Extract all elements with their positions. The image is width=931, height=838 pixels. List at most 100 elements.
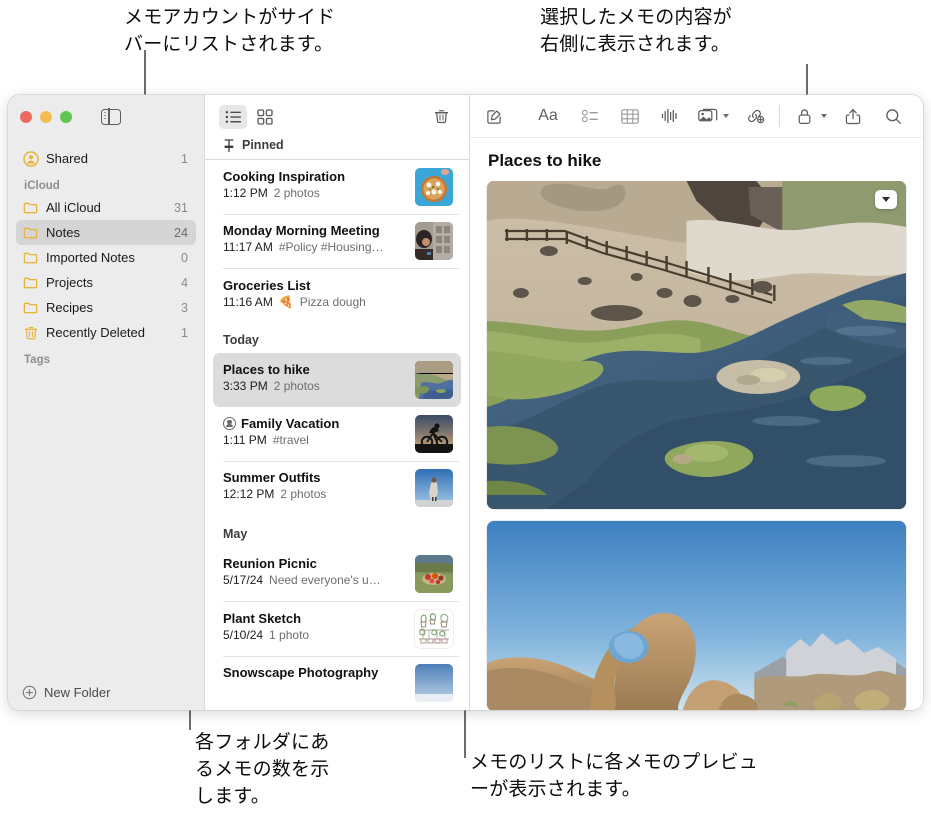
note-title-text: Groceries List bbox=[223, 277, 311, 293]
note-item-preview: 2 photos bbox=[273, 378, 320, 393]
note-list-item[interactable]: Cooking Inspiration 1:12 PM 2 photos bbox=[213, 160, 461, 214]
note-thumbnail bbox=[415, 664, 453, 702]
note-list-item[interactable]: Plant Sketch 5/10/24 1 photo bbox=[213, 602, 461, 656]
sidebar-item-shared[interactable]: Shared 1 bbox=[16, 146, 196, 171]
note-item-meta: 1:11 PM #travel bbox=[223, 433, 407, 447]
note-item-title: Monday Morning Meeting bbox=[223, 223, 407, 238]
note-item-title: Cooking Inspiration bbox=[223, 169, 407, 184]
note-item-meta: 11:16 AM 🍕 Pizza dough bbox=[223, 295, 453, 309]
new-folder-button[interactable]: New Folder bbox=[8, 674, 204, 710]
checklist-button[interactable] bbox=[576, 104, 604, 128]
zoom-button[interactable] bbox=[60, 110, 72, 123]
sidebar: Shared 1 iCloud All iCloud 31 Notes 24 I… bbox=[8, 95, 205, 710]
note-list-item[interactable]: Snowscape Photography bbox=[213, 656, 461, 710]
sidebar-item-recently-deleted[interactable]: Recently Deleted 1 bbox=[16, 320, 196, 345]
note-list-item-selected[interactable]: Places to hike 3:33 PM 2 photos bbox=[213, 352, 461, 407]
note-item-preview: #travel bbox=[272, 432, 309, 447]
sidebar-item-all-icloud[interactable]: All iCloud 31 bbox=[16, 195, 196, 220]
sidebar-list: Shared 1 iCloud All iCloud 31 Notes 24 I… bbox=[8, 138, 204, 369]
note-list-item[interactable]: Reunion Picnic 5/17/24 Need everyone's u… bbox=[213, 547, 461, 601]
note-item-meta: 12:12 PM 2 photos bbox=[223, 487, 407, 501]
notes-window: Shared 1 iCloud All iCloud 31 Notes 24 I… bbox=[8, 95, 923, 710]
share-button[interactable] bbox=[839, 104, 867, 128]
callout-selected-note: 選択したメモの内容が 右側に表示されます。 bbox=[540, 6, 733, 55]
note-title-text: Reunion Picnic bbox=[223, 556, 317, 571]
note-item-emoji: 🍕 bbox=[278, 294, 294, 309]
sidebar-item-count: 24 bbox=[174, 225, 188, 240]
note-title-text: Plant Sketch bbox=[223, 610, 302, 626]
note-thumbnail bbox=[415, 609, 453, 648]
sidebar-item-count: 4 bbox=[181, 275, 188, 290]
note-item-text: Snowscape Photography bbox=[223, 664, 407, 680]
note-item-meta: 5/10/24 1 photo bbox=[223, 628, 407, 642]
media-button[interactable] bbox=[696, 104, 720, 128]
format-button[interactable]: Aa bbox=[532, 104, 564, 128]
note-item-text: Groceries List 11:16 AM 🍕 Pizza dough bbox=[223, 277, 453, 309]
compose-icon bbox=[486, 109, 501, 124]
sidebar-item-recipes[interactable]: Recipes 3 bbox=[16, 295, 196, 320]
sidebar-item-label: Recipes bbox=[46, 300, 93, 315]
lock-note-button[interactable] bbox=[790, 104, 818, 128]
note-title-text: Monday Morning Meeting bbox=[223, 223, 380, 238]
list-view-icon bbox=[225, 110, 241, 123]
group-header-today: Today bbox=[223, 332, 259, 347]
media-chevron-down-icon[interactable] bbox=[723, 114, 729, 118]
note-item-time: 11:17 AM bbox=[223, 240, 273, 254]
sidebar-item-label: Recently Deleted bbox=[46, 325, 145, 340]
hot-springs-river-photo[interactable] bbox=[487, 181, 906, 509]
note-list-item[interactable]: Monday Morning Meeting 11:17 AM #Policy … bbox=[213, 214, 461, 268]
note-thumbnail bbox=[415, 414, 453, 453]
delete-note-button[interactable] bbox=[427, 105, 455, 129]
audio-button[interactable] bbox=[656, 104, 684, 128]
note-list-item[interactable]: Summer Outfits 12:12 PM 2 photos bbox=[213, 461, 461, 515]
toolbar-divider bbox=[779, 105, 780, 127]
pizza-thumbnail-image bbox=[415, 167, 453, 206]
notes-list-panel: Pinned Cooking Inspiration 1:12 PM 2 pho… bbox=[205, 95, 470, 710]
sidebar-item-projects[interactable]: Projects 4 bbox=[16, 270, 196, 295]
sidebar-item-label: Shared bbox=[46, 151, 88, 166]
sidebar-toggle-icon[interactable] bbox=[101, 107, 121, 126]
sidebar-item-notes[interactable]: Notes 24 bbox=[16, 220, 196, 245]
list-view-button[interactable] bbox=[219, 104, 247, 129]
desk-thumbnail-image bbox=[415, 222, 453, 260]
note-item-title: Plant Sketch bbox=[223, 611, 407, 626]
note-list-item[interactable]: Groceries List 11:16 AM 🍕 Pizza dough bbox=[213, 269, 461, 321]
link-add-icon bbox=[748, 109, 765, 124]
note-thumbnail bbox=[415, 222, 453, 260]
sidebar-item-count: 0 bbox=[181, 250, 188, 265]
note-thumbnail bbox=[415, 555, 453, 593]
compose-note-button[interactable] bbox=[480, 104, 508, 128]
format-label: Aa bbox=[538, 107, 558, 124]
plus-circle-icon bbox=[22, 685, 37, 699]
mobius-arch-photo[interactable] bbox=[487, 521, 906, 710]
search-icon bbox=[885, 108, 901, 124]
add-link-button[interactable] bbox=[741, 104, 769, 128]
close-button[interactable] bbox=[20, 110, 32, 123]
trash-icon bbox=[24, 326, 38, 339]
trash-icon bbox=[434, 110, 448, 124]
note-list-item[interactable]: Family Vacation 1:11 PM #travel bbox=[213, 407, 461, 461]
hot-springs-river-image bbox=[487, 181, 906, 509]
minimize-button[interactable] bbox=[40, 110, 52, 123]
sidebar-section-icloud: iCloud bbox=[24, 180, 60, 192]
note-thumbnail bbox=[415, 469, 453, 507]
note-item-text: Reunion Picnic 5/17/24 Need everyone's u… bbox=[223, 555, 407, 587]
note-thumbnail bbox=[415, 167, 453, 206]
note-item-meta: 11:17 AM #Policy #Housing… bbox=[223, 240, 407, 254]
photo-options-chevron-icon[interactable] bbox=[875, 190, 897, 209]
group-header-may: May bbox=[223, 527, 248, 541]
lock-chevron-down-icon[interactable] bbox=[821, 114, 827, 118]
note-content-body bbox=[470, 181, 923, 710]
table-button[interactable] bbox=[616, 104, 644, 128]
search-button[interactable] bbox=[879, 104, 907, 128]
folder-icon bbox=[23, 227, 38, 238]
note-item-time: 1:11 PM bbox=[223, 432, 267, 447]
gallery-view-button[interactable] bbox=[251, 105, 279, 129]
lock-icon bbox=[798, 108, 810, 124]
snowscape-thumbnail-image bbox=[415, 664, 453, 702]
note-item-meta: 5/17/24 Need everyone's u… bbox=[223, 573, 407, 587]
sidebar-item-imported-notes[interactable]: Imported Notes 0 bbox=[16, 245, 196, 270]
sidebar-item-label: All iCloud bbox=[46, 200, 101, 215]
note-item-text: Places to hike 3:33 PM 2 photos bbox=[223, 361, 407, 393]
note-item-text: Plant Sketch 5/10/24 1 photo bbox=[223, 610, 407, 642]
